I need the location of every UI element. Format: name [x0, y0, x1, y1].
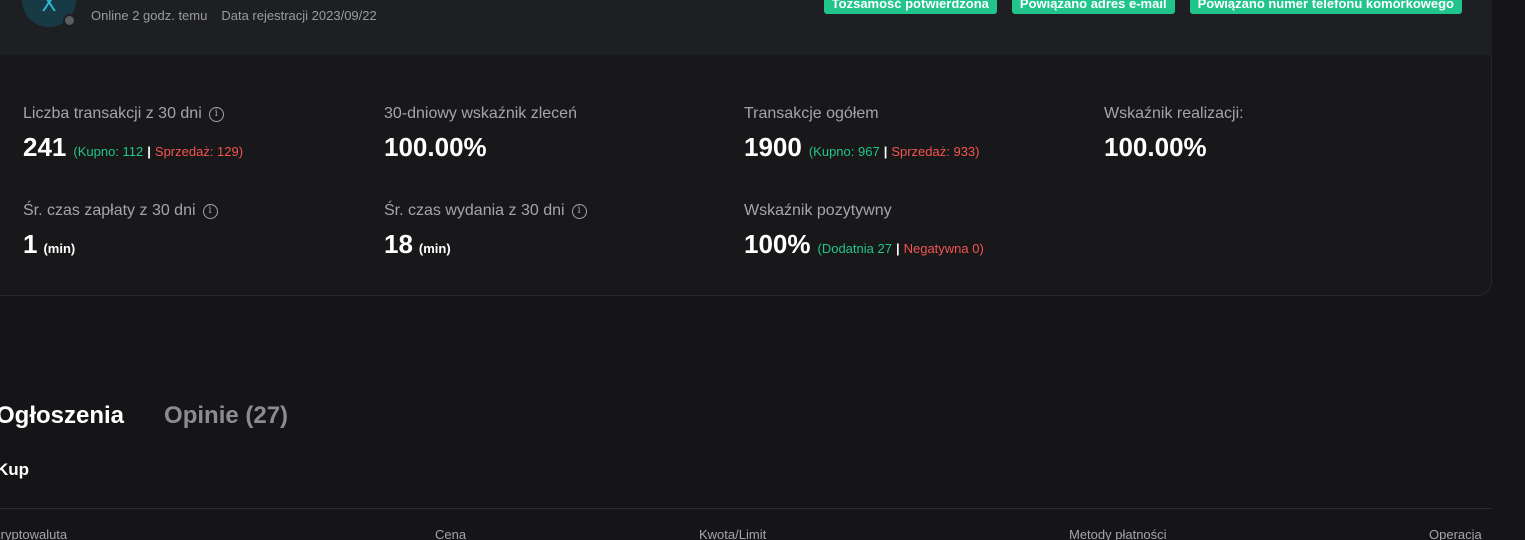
info-icon[interactable]: i: [571, 203, 587, 219]
stat-completion-rate: Wskaźnik realizacji: 100.00%: [1104, 104, 1244, 163]
buy-count: (Kupno: 967: [808, 144, 880, 159]
info-icon[interactable]: i: [208, 106, 224, 122]
avatar-letter: X: [41, 0, 57, 17]
online-info: Online 2 godz. temu Data rejestracji 2023…: [91, 8, 377, 23]
badge-email-linked: Powiązano adres e-mail: [1011, 0, 1175, 14]
stat-label: Wskaźnik pozytywny: [744, 202, 892, 219]
th-payment-methods: Metody płatności: [1069, 527, 1167, 540]
badge-phone-linked: Powiązano numer telefonu komórkowego: [1189, 0, 1462, 14]
sell-count: Sprzedaż: 129): [154, 144, 244, 159]
registration-date: Data rejestracji 2023/09/22: [221, 8, 377, 23]
online-status-dot: [63, 14, 76, 27]
verification-badges: Tożsamość potwierdzona Powiązano adres e…: [823, 0, 1462, 14]
divider: [0, 508, 1492, 509]
buy-count: (Kupno: 112: [73, 144, 144, 159]
stat-label: Śr. czas wydania z 30 dni: [384, 202, 565, 219]
info-icon[interactable]: i: [202, 203, 218, 219]
sell-count: Sprzedaż: 933): [891, 144, 980, 159]
stat-value: 1: [23, 229, 38, 259]
positive-count: (Dodatnia 27: [817, 241, 892, 256]
stat-avg-release-time: Śr. czas wydania z 30 dni i 18 (min): [384, 201, 587, 260]
profile-tabs: Ogłoszenia Opinie (27): [0, 402, 288, 430]
stats-card: Liczba transakcji z 30 dni i 241 (Kupno: …: [0, 55, 1492, 296]
separator: |: [147, 144, 151, 159]
stat-unit: (min): [418, 241, 451, 256]
stat-value: 18: [384, 229, 413, 259]
stat-value: 100.00%: [1104, 132, 1207, 162]
tab-ads[interactable]: Ogłoszenia: [0, 402, 124, 430]
separator: |: [895, 241, 900, 256]
stat-label: Transakcje ogółem: [744, 105, 879, 122]
stat-positive-rate: Wskaźnik pozytywny 100% (Dodatnia 27 | Neg…: [744, 201, 984, 260]
stat-avg-pay-time: Śr. czas zapłaty z 30 dni i 1 (min): [23, 201, 218, 260]
stat-unit: (min): [43, 241, 76, 256]
stat-label: Wskaźnik realizacji:: [1104, 105, 1244, 122]
section-buy: Kup: [0, 460, 30, 479]
separator: |: [883, 144, 888, 159]
stat-label: Śr. czas zapłaty z 30 dni: [23, 202, 196, 219]
tab-reviews[interactable]: Opinie (27): [164, 402, 288, 430]
profile-header: X Online 2 godz. temu Data rejestracji 20…: [0, 0, 1492, 55]
stat-value: 100%: [744, 229, 811, 259]
th-amount-limit: Kwota/Limit: [699, 527, 767, 540]
stat-total-trades: Transakcje ogółem 1900 (Kupno: 967 | Sprze…: [744, 104, 980, 163]
stat-label: Liczba transakcji z 30 dni: [23, 105, 202, 122]
badge-identity-verified: Tożsamość potwierdzona: [823, 0, 997, 14]
stat-value: 1900: [744, 132, 802, 162]
stat-order-rate-30d: 30-dniowy wskaźnik zleceń 100.00%: [384, 104, 577, 163]
negative-count: Negatywna 0): [903, 241, 984, 256]
stat-label: 30-dniowy wskaźnik zleceń: [384, 105, 577, 122]
stat-value: 241: [23, 132, 67, 162]
stat-value: 100.00%: [384, 132, 487, 162]
stat-trades-30d: Liczba transakcji z 30 dni i 241 (Kupno: …: [23, 104, 243, 163]
th-price: Cena: [435, 527, 467, 540]
th-operation: Operacja: [1429, 527, 1482, 540]
th-crypto: Kryptowaluta: [0, 527, 68, 540]
online-status: Online 2 godz. temu: [91, 8, 208, 23]
